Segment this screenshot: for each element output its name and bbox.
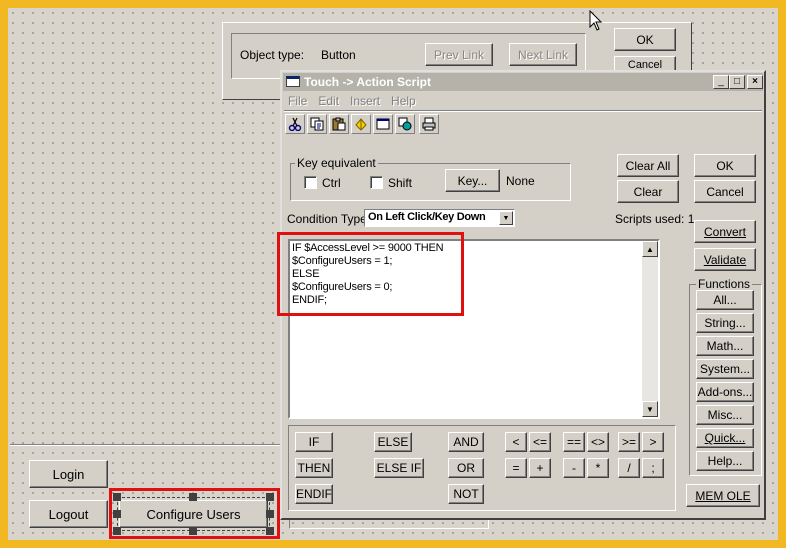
- object-type-label: Object type:: [240, 48, 305, 62]
- shift-label: Shift: [388, 176, 413, 190]
- key-button[interactable]: Key...: [445, 169, 500, 192]
- operator-ne-button[interactable]: <>: [587, 432, 609, 452]
- keyword-or-button[interactable]: OR: [448, 458, 484, 478]
- keyword-then-button[interactable]: THEN: [295, 458, 333, 478]
- function-quick-label: Quick...: [704, 431, 746, 445]
- menu-separator: [284, 110, 762, 112]
- maximize-button[interactable]: □: [729, 75, 745, 89]
- title-bar[interactable]: Touch -> Action Script _ □ ×: [283, 73, 763, 91]
- function-help-button[interactable]: Help...: [696, 451, 754, 471]
- function-string-button[interactable]: String...: [696, 313, 754, 333]
- function-math-button[interactable]: Math...: [696, 336, 754, 356]
- logout-button[interactable]: Logout: [29, 500, 108, 528]
- dialog-title: Touch -> Action Script: [304, 75, 432, 89]
- functions-legend: Functions: [696, 277, 753, 291]
- window-icon: [286, 76, 300, 87]
- scripts-used-label: Scripts used: 1: [615, 212, 695, 226]
- menu-edit[interactable]: Edit: [318, 94, 339, 108]
- operator-multiply-button[interactable]: *: [587, 458, 609, 478]
- keyword-not-button[interactable]: NOT: [448, 484, 484, 504]
- shift-checkbox[interactable]: [370, 176, 383, 189]
- operator-gt-button[interactable]: >: [642, 432, 664, 452]
- canvas-field-outline: [289, 519, 489, 529]
- menu-insert[interactable]: Insert: [350, 94, 380, 108]
- chevron-down-icon[interactable]: ▼: [499, 211, 513, 225]
- function-all-button[interactable]: All...: [696, 290, 754, 310]
- clear-all-button[interactable]: Clear All: [617, 154, 679, 177]
- action-script-dialog: Touch -> Action Script _ □ × File Edit Ins…: [277, 70, 766, 520]
- back-ok-button[interactable]: OK: [614, 28, 676, 51]
- convert-button[interactable]: Convert: [694, 220, 756, 243]
- ok-button[interactable]: OK: [694, 154, 756, 177]
- login-button[interactable]: Login: [29, 460, 108, 488]
- validate-button[interactable]: Validate: [694, 248, 756, 271]
- prev-link-button[interactable]: Prev Link: [425, 43, 493, 66]
- convert-label: Convert: [703, 224, 747, 239]
- operator-plus-button[interactable]: +: [529, 458, 551, 478]
- operator-minus-button[interactable]: -: [563, 458, 585, 478]
- operator-le-button[interactable]: <=: [529, 432, 551, 452]
- replace-icon[interactable]: [395, 114, 415, 134]
- copy-icon[interactable]: [307, 114, 327, 134]
- condition-type-label: Condition Type:: [287, 212, 371, 226]
- window-toolbar-icon[interactable]: [373, 114, 393, 134]
- scroll-down-icon[interactable]: ▼: [642, 401, 658, 417]
- keyword-endif-button[interactable]: ENDIF: [295, 484, 333, 504]
- keyword-else-button[interactable]: ELSE: [374, 432, 412, 452]
- condition-type-select[interactable]: On Left Click/Key Down ▼: [364, 209, 515, 227]
- keyword-and-button[interactable]: AND: [448, 432, 484, 452]
- clear-button[interactable]: Clear: [617, 180, 679, 203]
- condition-type-value: On Left Click/Key Down: [368, 211, 486, 223]
- function-quick-button[interactable]: Quick...: [696, 428, 754, 448]
- vertical-scrollbar[interactable]: ▲ ▼: [642, 241, 658, 417]
- key-equivalent-legend: Key equivalent: [295, 156, 378, 170]
- mouse-cursor-icon: [589, 10, 603, 31]
- ctrl-checkbox[interactable]: [304, 176, 317, 189]
- function-misc-button[interactable]: Misc...: [696, 405, 754, 425]
- keyword-else-if-button[interactable]: ELSE IF: [374, 458, 424, 478]
- mem-ole-label: MEM OLE: [695, 488, 751, 503]
- function-addons-button[interactable]: Add-ons...: [696, 382, 754, 402]
- cut-icon[interactable]: [285, 114, 305, 134]
- close-button[interactable]: ×: [747, 75, 763, 89]
- operator-semicolon-button[interactable]: ;: [642, 458, 664, 478]
- next-link-button[interactable]: Next Link: [509, 43, 577, 66]
- operator-lt-button[interactable]: <: [505, 432, 527, 452]
- scroll-up-icon[interactable]: ▲: [642, 241, 658, 257]
- validate-label: Validate: [703, 252, 747, 267]
- canvas-divider: [10, 444, 282, 446]
- paste-icon[interactable]: [329, 114, 349, 134]
- operator-divide-button[interactable]: /: [618, 458, 640, 478]
- key-value: None: [506, 174, 535, 188]
- object-type-value: Button: [321, 48, 356, 62]
- function-system-button[interactable]: System...: [696, 359, 754, 379]
- menu-help[interactable]: Help: [391, 94, 416, 108]
- find-icon[interactable]: [351, 114, 371, 134]
- print-icon[interactable]: [419, 114, 439, 134]
- cancel-button[interactable]: Cancel: [694, 180, 756, 203]
- menu-bar: File Edit Insert Help: [288, 94, 427, 108]
- operator-assign-button[interactable]: =: [505, 458, 527, 478]
- mem-ole-button[interactable]: MEM OLE: [686, 484, 760, 507]
- operator-eq-button[interactable]: ==: [563, 432, 585, 452]
- minimize-button[interactable]: _: [713, 75, 729, 89]
- script-highlight: [277, 232, 464, 316]
- keyword-if-button[interactable]: IF: [295, 432, 333, 452]
- menu-file[interactable]: File: [288, 94, 307, 108]
- configure-users-highlight: [109, 488, 280, 539]
- ctrl-label: Ctrl: [322, 176, 341, 190]
- operator-ge-button[interactable]: >=: [618, 432, 640, 452]
